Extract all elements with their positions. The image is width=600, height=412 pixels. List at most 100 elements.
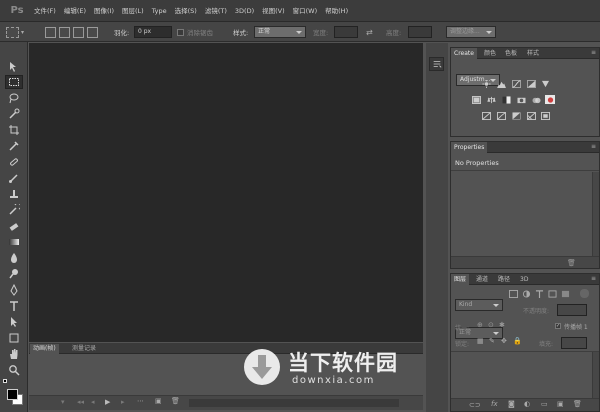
pen-tool[interactable] [5,283,23,297]
width-input[interactable] [334,26,358,38]
dodge-tool[interactable] [5,267,23,281]
tab-measurement-log[interactable]: 测量记录 [69,344,99,354]
threshold-icon[interactable] [511,111,521,120]
style-select[interactable]: 正常 [254,26,306,38]
healing-brush-tool[interactable] [5,155,23,169]
lock-pixels-icon[interactable]: ✎ [489,337,495,345]
fill-input[interactable] [561,337,587,349]
lock-all-icon[interactable]: 🔒 [513,337,522,345]
link-layers-icon[interactable]: ⊂⊃ [469,401,481,409]
tab-create[interactable]: Create [451,48,477,59]
layer-mask-icon[interactable]: ◙ [508,400,515,408]
posterize-icon[interactable] [496,111,506,120]
default-colors-icon[interactable] [3,379,11,385]
menu-item-edit[interactable]: 编辑(E) [60,0,90,22]
shape-tool[interactable] [5,331,23,345]
properties-scrollbar[interactable] [592,172,599,256]
tab-channels[interactable]: 通道 [473,274,491,285]
menu-item-type[interactable]: Type [148,0,171,22]
history-brush-tool[interactable] [5,203,23,217]
tab-animation-frames[interactable]: 动画(帧) [30,344,59,354]
clone-stamp-tool[interactable] [5,187,23,201]
unify-position-icon[interactable]: ⊕ [477,321,483,329]
height-input[interactable] [408,26,432,38]
move-tool[interactable] [5,60,23,74]
trash-icon[interactable]: 🗑 [573,400,582,408]
tab-swatches[interactable]: 色板 [502,48,520,59]
swap-dimensions-button[interactable]: ⇄ [366,25,373,39]
menu-item-3d[interactable]: 3D(D) [231,0,258,22]
menu-item-view[interactable]: 视图(V) [258,0,289,22]
subtract-selection-button[interactable] [73,25,84,39]
color-balance-icon[interactable] [486,95,496,104]
zoom-tool[interactable] [5,363,23,377]
trash-icon[interactable]: 🗑 [171,397,180,405]
first-frame-icon[interactable]: ◂◂ [77,398,84,406]
invert-icon[interactable] [481,111,491,120]
curves-icon[interactable] [511,79,521,88]
black-white-icon[interactable] [501,95,511,104]
type-tool[interactable] [5,299,23,313]
shape-filter-icon[interactable] [547,289,557,298]
loop-options-icon[interactable]: ▾ [61,398,65,406]
type-filter-icon[interactable] [534,289,544,298]
new-layer-icon[interactable]: ▣ [557,400,564,408]
opacity-input[interactable] [557,304,587,316]
unify-style-icon[interactable]: ✱ [499,321,505,329]
next-frame-icon[interactable]: ▸ [121,398,125,406]
unify-visibility-icon[interactable]: ⊙ [488,321,494,329]
menu-item-image[interactable]: 图像(I) [90,0,118,22]
pixel-filter-icon[interactable] [508,289,518,298]
filter-toggle-icon[interactable] [580,289,589,298]
menu-item-window[interactable]: 窗口(W) [289,0,322,22]
brush-tool[interactable] [5,171,23,185]
exposure-icon[interactable] [526,79,536,88]
menu-item-filter[interactable]: 滤镜(T) [201,0,231,22]
layer-filter-select[interactable]: Kind [455,299,503,311]
intersect-selection-button[interactable] [87,25,98,39]
tab-paths[interactable]: 路径 [495,274,513,285]
eyedropper-tool[interactable] [5,139,23,153]
foreground-color-swatch[interactable] [7,389,18,400]
selective-color-icon[interactable] [540,111,550,120]
adjustment-filter-icon[interactable] [521,289,531,298]
levels-icon[interactable] [496,79,506,88]
layer-style-icon[interactable]: fx [491,400,498,408]
menu-item-help[interactable]: 帮助(H) [321,0,352,22]
history-panel-button[interactable] [429,57,444,71]
crop-tool[interactable] [5,123,23,137]
adjustments-preset-select[interactable]: Adjustm... [456,74,500,86]
play-icon[interactable]: ▶ [105,398,110,406]
panel-menu-icon[interactable]: ≡ [591,143,596,150]
blur-tool[interactable] [5,251,23,265]
antialias-checkbox[interactable]: 消除锯齿 [177,25,213,39]
quick-select-tool[interactable] [5,107,23,121]
add-selection-button[interactable] [59,25,70,39]
tab-color[interactable]: 颜色 [481,48,499,59]
photo-filter-icon[interactable] [516,95,526,104]
group-folder-icon[interactable]: ▭ [541,400,548,408]
feather-input[interactable]: 0 px [134,26,172,38]
propagate-frame-checkbox[interactable]: ✓ [555,323,561,329]
marquee-tool[interactable] [5,75,23,89]
gradient-map-icon[interactable] [526,111,536,120]
document-canvas-area[interactable] [29,43,423,342]
hand-tool[interactable] [5,347,23,361]
duplicate-frame-icon[interactable]: ▣ [155,397,162,405]
brightness-icon[interactable] [481,79,491,88]
lock-transparent-icon[interactable]: ▦ [477,337,484,345]
lock-position-icon[interactable]: ✥ [501,337,507,345]
smart-object-filter-icon[interactable] [560,289,570,298]
timeline-scrollbar[interactable] [189,399,399,407]
new-selection-button[interactable] [45,25,56,39]
menu-item-select[interactable]: 选择(S) [171,0,201,22]
eraser-tool[interactable] [5,219,23,233]
tab-layers[interactable]: 图层 [451,274,470,285]
tween-icon[interactable]: ⋯ [137,397,144,405]
channel-mixer-icon[interactable] [531,95,541,104]
tab-styles[interactable]: 样式 [524,48,542,59]
lasso-tool[interactable] [5,91,23,105]
trash-icon[interactable]: 🗑 [567,259,576,267]
adjustment-layer-icon[interactable]: ◐ [524,400,530,408]
tab-3d[interactable]: 3D [517,274,531,285]
